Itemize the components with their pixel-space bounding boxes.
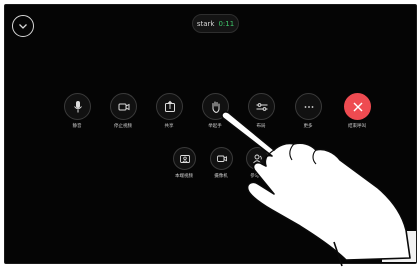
mute-button[interactable]: 静音 bbox=[60, 93, 94, 130]
call-name: stark bbox=[196, 19, 215, 28]
mute-label: 静音 bbox=[72, 124, 82, 129]
call-status[interactable]: stark 0:11 bbox=[192, 14, 239, 33]
share-button[interactable]: 共享 bbox=[152, 93, 186, 130]
self-view-label: 本端视频 bbox=[175, 174, 193, 179]
self-view-button[interactable]: 本端视频 bbox=[167, 147, 201, 180]
stop-video-circle[interactable] bbox=[109, 93, 137, 120]
share-label: 共享 bbox=[164, 124, 174, 129]
stop-video-label: 停止视频 bbox=[114, 124, 132, 129]
pointing-hand-illustration bbox=[221, 111, 411, 267]
mute-circle[interactable] bbox=[63, 93, 91, 120]
microphone-icon bbox=[73, 101, 82, 113]
chevron-down-icon bbox=[19, 24, 27, 29]
self-view-icon bbox=[179, 155, 190, 163]
share-icon bbox=[164, 100, 175, 112]
self-view-circle[interactable] bbox=[172, 147, 196, 170]
stop-video-button[interactable]: 停止视频 bbox=[106, 93, 140, 130]
camera-icon bbox=[118, 103, 129, 111]
call-timer: 0:11 bbox=[218, 19, 235, 28]
share-circle[interactable] bbox=[155, 93, 183, 120]
collapse-button[interactable] bbox=[12, 15, 34, 37]
